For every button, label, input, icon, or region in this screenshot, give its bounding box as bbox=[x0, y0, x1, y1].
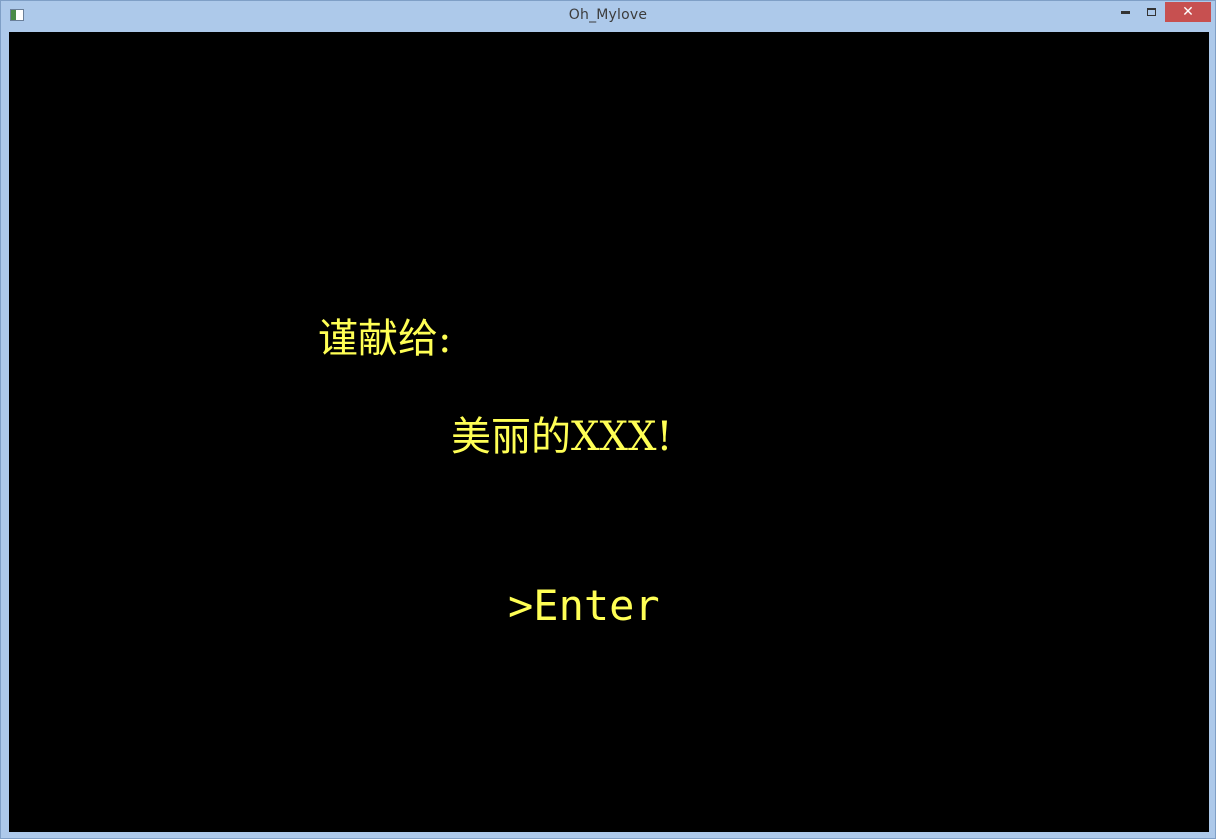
minimize-icon bbox=[1120, 11, 1130, 14]
maximize-icon bbox=[1146, 7, 1156, 16]
close-button[interactable]: ✕ bbox=[1165, 2, 1211, 22]
recipient-text: 美丽的XXX! bbox=[451, 414, 673, 460]
dedication-label: 谨献给: bbox=[318, 316, 452, 362]
app-window: Oh_Mylove ✕ 谨献给: 美丽的XXX! >Enter bbox=[0, 0, 1216, 839]
maximize-button[interactable] bbox=[1138, 2, 1164, 22]
close-icon: ✕ bbox=[1182, 4, 1194, 20]
window-title: Oh_Mylove bbox=[568, 7, 648, 23]
title-bar[interactable]: Oh_Mylove ✕ bbox=[1, 1, 1215, 31]
minimize-button[interactable] bbox=[1112, 2, 1138, 22]
enter-prompt[interactable]: >Enter bbox=[508, 581, 660, 630]
game-canvas[interactable]: 谨献给: 美丽的XXX! >Enter bbox=[9, 32, 1209, 832]
